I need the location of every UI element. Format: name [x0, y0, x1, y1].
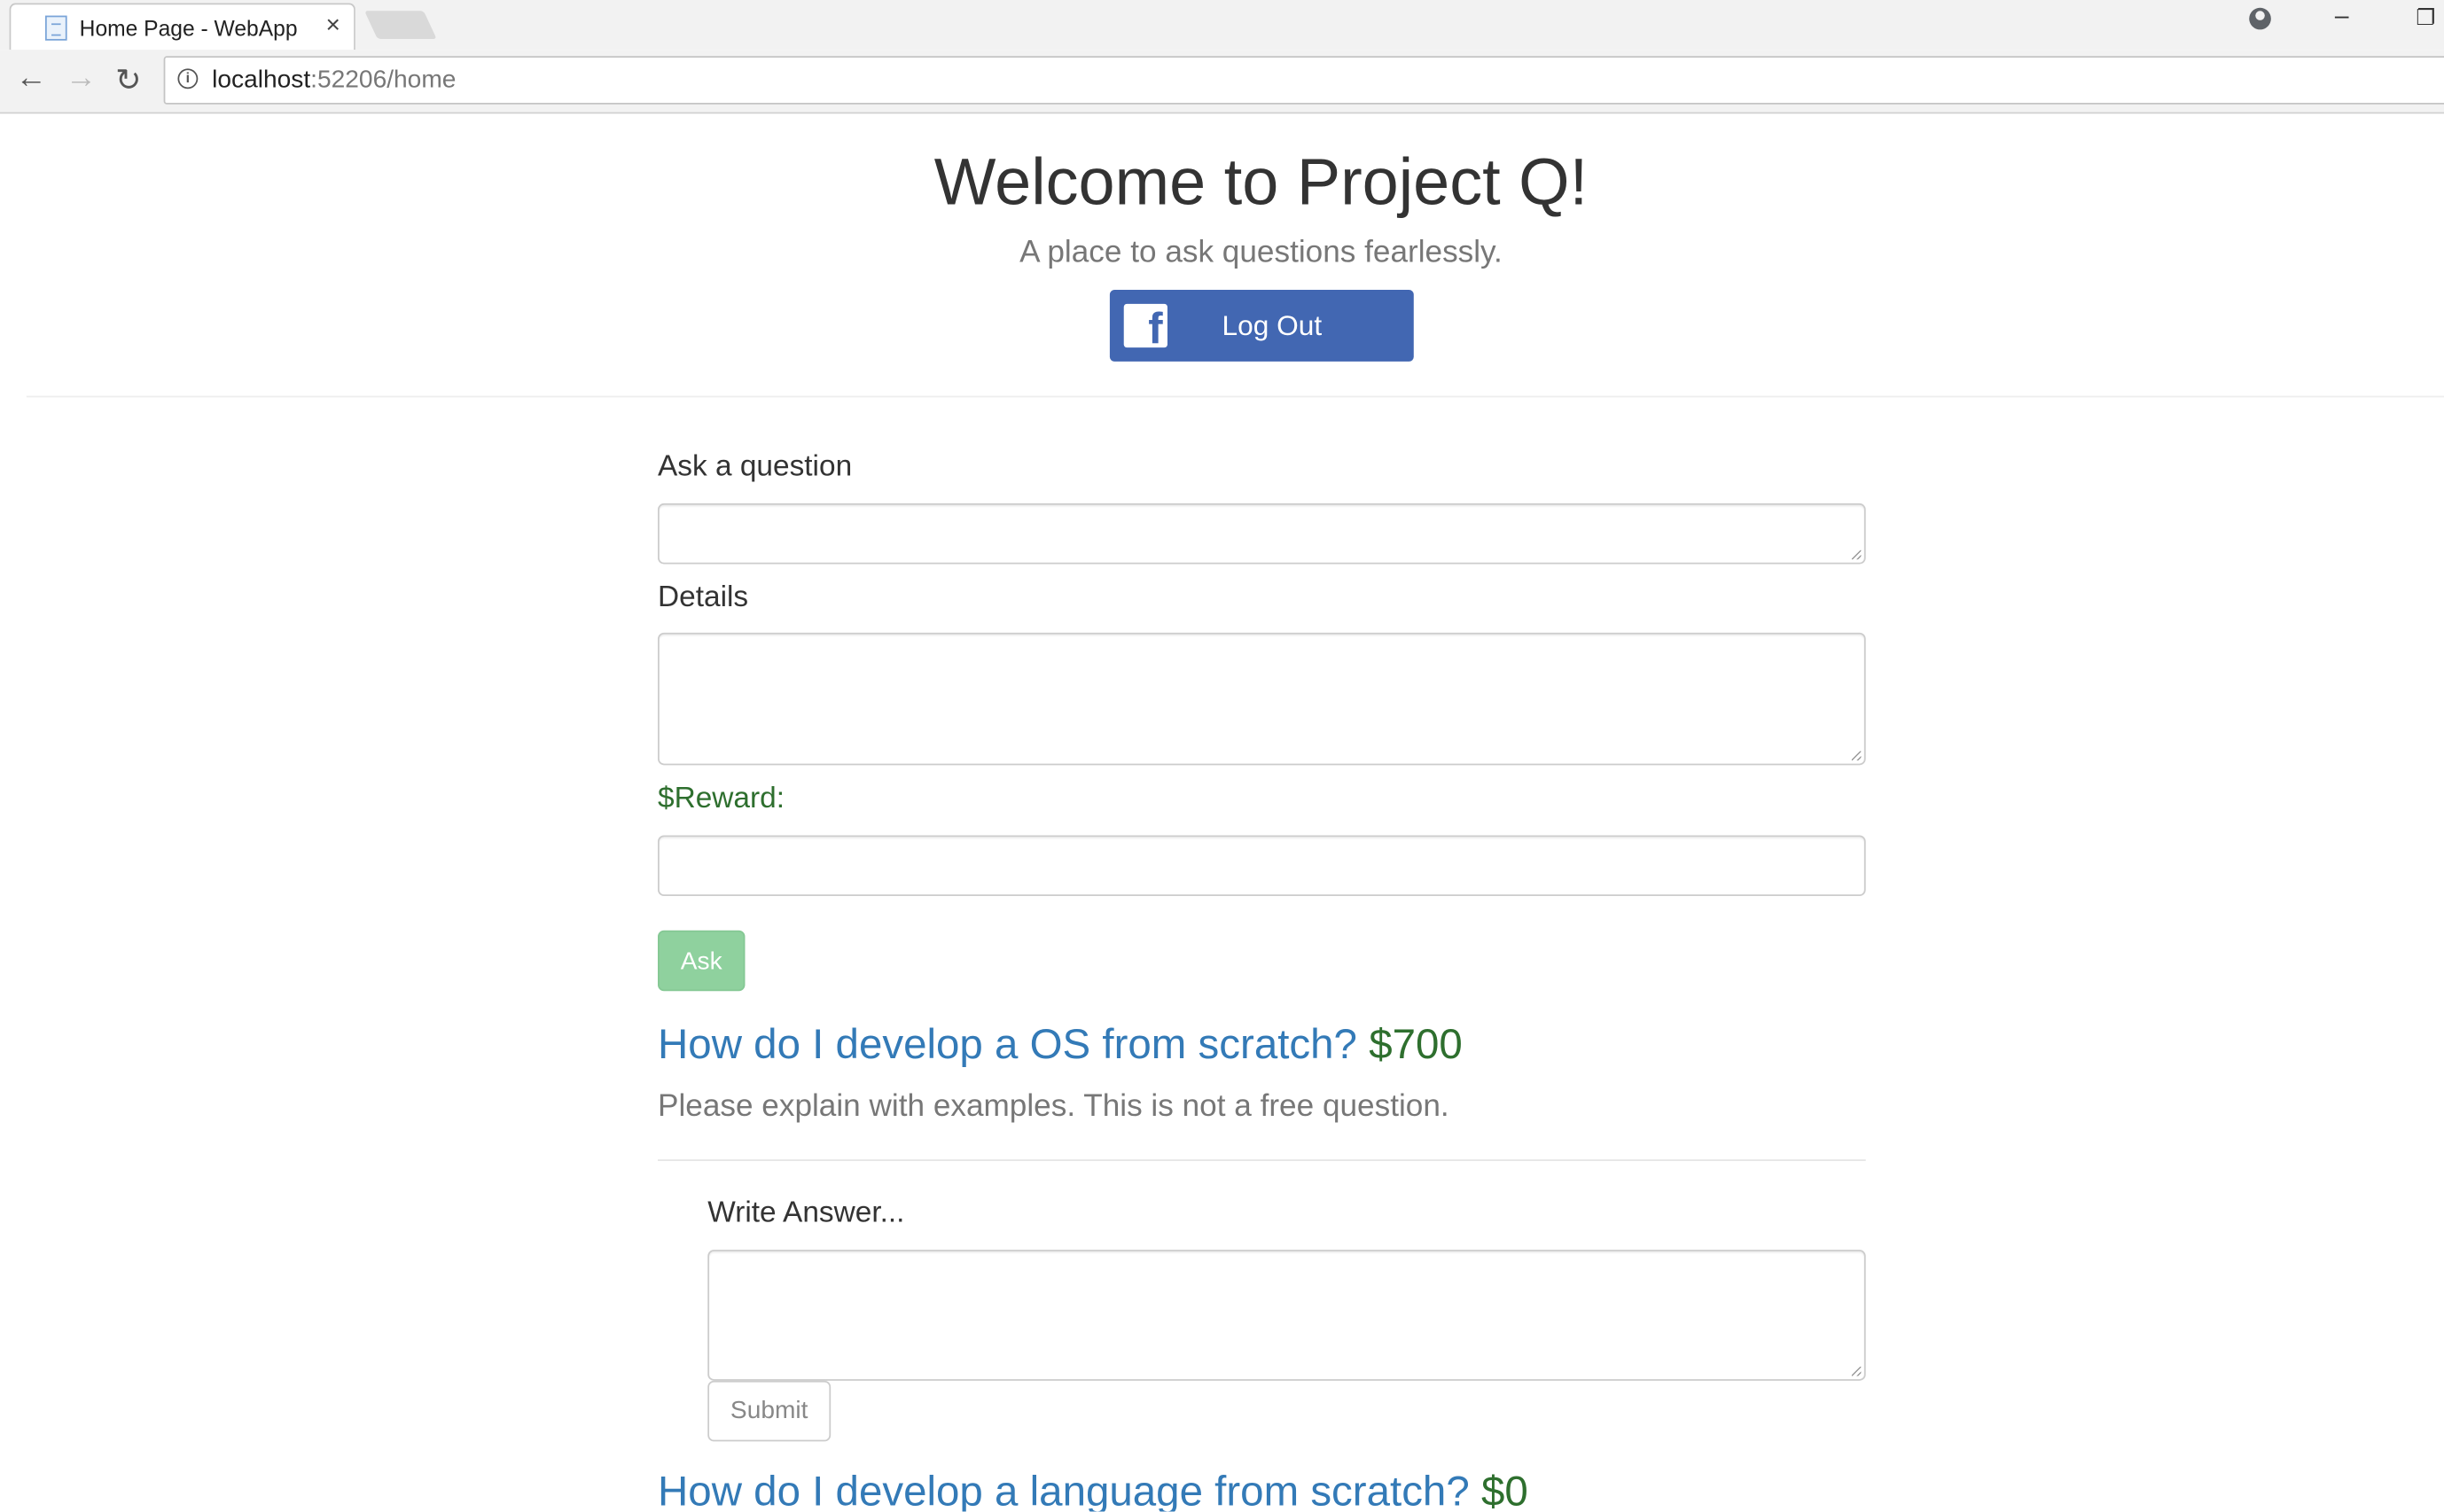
details-label: Details — [658, 581, 749, 614]
question-title: How do I develop a language from scratch… — [658, 1468, 1470, 1512]
reward-label: $Reward: — [658, 782, 785, 815]
submit-answer-button[interactable]: Submit — [707, 1380, 832, 1442]
question-reward: $0 — [1480, 1468, 1528, 1512]
header-divider — [26, 395, 2444, 398]
forward-arrow-icon[interactable]: → — [66, 61, 97, 97]
tab-strip: Home Page - WebApp × – ❐ — [0, 0, 2444, 51]
logout-label: Log Out — [1222, 309, 1323, 342]
answer-textarea[interactable] — [707, 1250, 1866, 1381]
answer-label: Write Answer... — [707, 1196, 905, 1230]
question-reward: $700 — [1369, 1020, 1463, 1068]
tab-close-icon[interactable]: × — [325, 12, 340, 41]
question-title: How do I develop a OS from scratch? — [658, 1020, 1357, 1068]
restore-icon[interactable]: ❐ — [2416, 4, 2435, 31]
question-label: Ask a question — [658, 450, 853, 484]
browser-toolbar: ← → ↻ i localhost:52206/home — [0, 50, 2444, 114]
reward-input[interactable] — [658, 835, 1866, 897]
resize-grip-icon[interactable] — [1851, 549, 1862, 560]
minimize-icon[interactable]: – — [2335, 4, 2349, 32]
page-favicon-icon — [44, 15, 67, 41]
question-title-link[interactable]: How do I develop a language from scratch… — [658, 1468, 1528, 1511]
question-title-link[interactable]: How do I develop a OS from scratch? $700 — [658, 1021, 1463, 1070]
url-path: :52206/home — [310, 66, 457, 94]
ask-button[interactable]: Ask — [658, 930, 746, 992]
reload-icon[interactable]: ↻ — [115, 61, 141, 100]
page-title: Welcome to Project Q! — [933, 144, 1589, 219]
question-input[interactable] — [658, 503, 1866, 565]
resize-grip-icon[interactable] — [1851, 1367, 1862, 1376]
tab-title: Home Page - WebApp — [79, 15, 298, 41]
page-subtitle: A place to ask questions fearlessly. — [1019, 235, 1503, 270]
back-arrow-icon[interactable]: ← — [16, 61, 47, 97]
profile-icon[interactable] — [2249, 7, 2271, 30]
facebook-icon: f — [1123, 303, 1167, 353]
details-textarea[interactable] — [658, 632, 1866, 766]
resize-grip-icon[interactable] — [1851, 751, 1862, 761]
facebook-letter: f — [1148, 303, 1163, 353]
url-text: localhost:52206/home — [212, 67, 456, 96]
address-bar[interactable]: i localhost:52206/home — [163, 56, 2444, 105]
question-details: Please explain with examples. This is no… — [658, 1089, 1449, 1124]
question-divider — [658, 1159, 1866, 1161]
info-icon[interactable]: i — [177, 68, 199, 90]
new-tab-button[interactable] — [364, 11, 437, 39]
url-host: localhost — [212, 66, 311, 94]
screen: Home Page - WebApp × – ❐ ← → ↻ i localho… — [0, 0, 2444, 1512]
facebook-logout-button[interactable]: f Log Out — [1109, 290, 1414, 362]
browser-tab[interactable]: Home Page - WebApp × — [9, 3, 355, 51]
page-content: Welcome to Project Q! A place to ask que… — [0, 113, 2444, 1512]
